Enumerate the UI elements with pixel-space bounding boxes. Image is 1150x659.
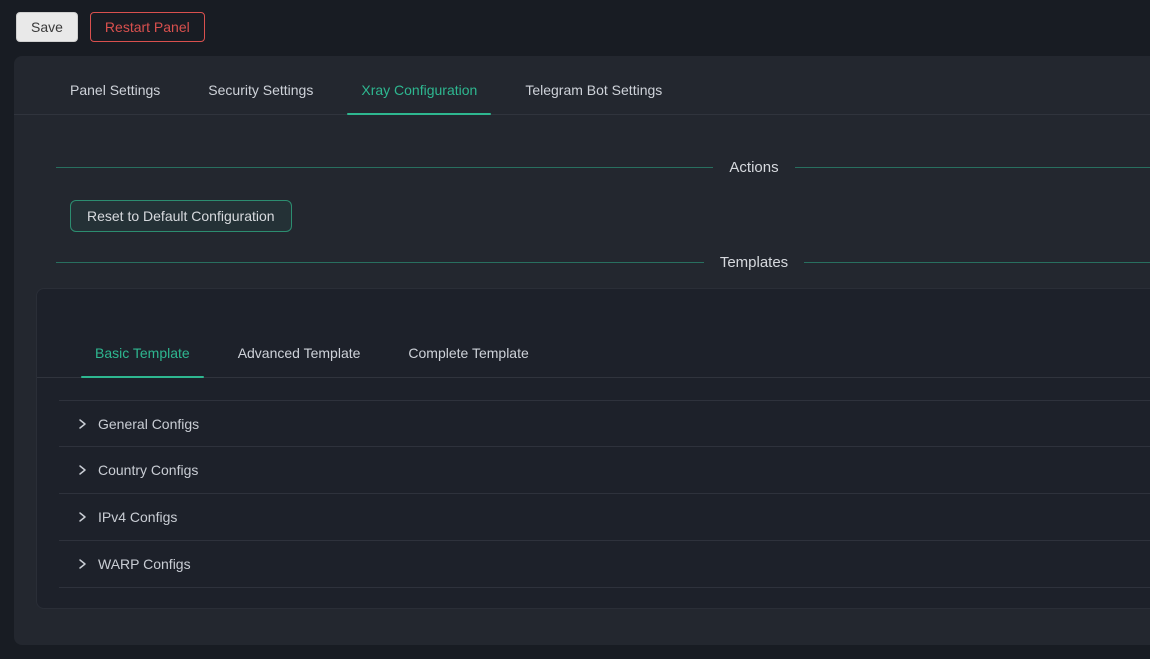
accordion-item-label: IPv4 Configs: [98, 509, 177, 525]
reset-default-configuration-button[interactable]: Reset to Default Configuration: [70, 200, 292, 232]
template-config-accordion: General Configs Country Configs IPv4 Con…: [59, 400, 1150, 588]
chevron-right-icon: [76, 464, 88, 476]
tab-complete-template[interactable]: Complete Template: [394, 345, 542, 377]
tab-xray-configuration[interactable]: Xray Configuration: [347, 82, 491, 114]
actions-divider: Actions: [56, 159, 1150, 176]
tab-advanced-template[interactable]: Advanced Template: [224, 345, 375, 377]
chevron-right-icon: [76, 418, 88, 430]
accordion-item-label: General Configs: [98, 416, 199, 432]
accordion-item-label: Country Configs: [98, 462, 198, 478]
accordion-item-general-configs[interactable]: General Configs: [59, 400, 1150, 447]
divider-line: [804, 262, 1150, 263]
tab-basic-template[interactable]: Basic Template: [81, 345, 204, 377]
top-action-bar: Save Restart Panel: [0, 0, 1150, 54]
templates-divider: Templates: [56, 254, 1150, 271]
tab-security-settings[interactable]: Security Settings: [194, 82, 327, 114]
restart-panel-button[interactable]: Restart Panel: [90, 12, 205, 42]
tab-panel-settings[interactable]: Panel Settings: [56, 82, 174, 114]
save-button[interactable]: Save: [16, 12, 78, 42]
accordion-item-country-configs[interactable]: Country Configs: [59, 447, 1150, 494]
templates-divider-title: Templates: [720, 254, 788, 271]
chevron-right-icon: [76, 558, 88, 570]
chevron-right-icon: [76, 511, 88, 523]
accordion-item-ipv4-configs[interactable]: IPv4 Configs: [59, 494, 1150, 541]
accordion-item-warp-configs[interactable]: WARP Configs: [59, 541, 1150, 588]
divider-line: [56, 262, 704, 263]
settings-tabbar: Panel Settings Security Settings Xray Co…: [14, 56, 1150, 115]
divider-line: [56, 167, 713, 168]
tab-telegram-bot-settings[interactable]: Telegram Bot Settings: [511, 82, 676, 114]
divider-line: [795, 167, 1150, 168]
templates-card: Basic Template Advanced Template Complet…: [36, 288, 1150, 609]
actions-divider-title: Actions: [729, 159, 778, 176]
template-tabbar: Basic Template Advanced Template Complet…: [37, 289, 1150, 378]
accordion-item-label: WARP Configs: [98, 556, 191, 572]
settings-card: Panel Settings Security Settings Xray Co…: [14, 56, 1150, 645]
